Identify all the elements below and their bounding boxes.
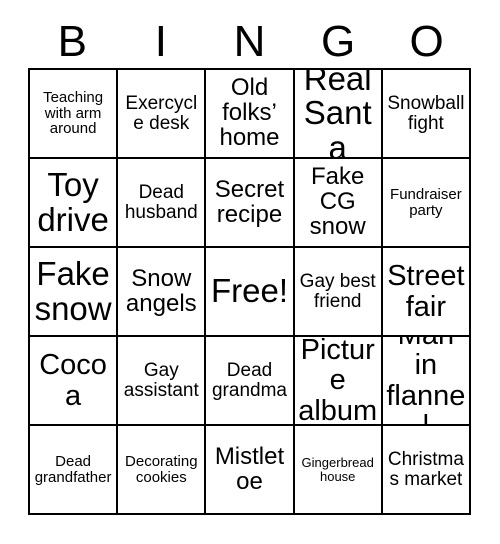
bingo-cell-r3c1[interactable]: Fake snow (30, 248, 119, 337)
bingo-cell-label: Decorating cookies (125, 452, 198, 486)
bingo-cell-label: Cocoa (39, 349, 107, 412)
bingo-cell-r2c1[interactable]: Toy drive (30, 159, 119, 248)
bingo-cell-r4c1[interactable]: Cocoa (30, 337, 119, 426)
bingo-cell-label: Secret recipe (214, 175, 285, 228)
bingo-cell-r3c2[interactable]: Snow angels (118, 248, 207, 337)
bingo-cell-r5c2[interactable]: Decorating cookies (118, 426, 207, 515)
bingo-cell-r2c3[interactable]: Secret recipe (206, 159, 295, 248)
bingo-cell-label: Teaching with arm around (43, 89, 104, 138)
bingo-cell-label: Dead grandfather (34, 452, 112, 486)
bingo-cell-r3c5[interactable]: Street fair (382, 248, 471, 337)
bingo-cell-label: Gingerbread house (301, 454, 374, 484)
bingo-cell-label: Christmas market (387, 448, 464, 490)
bingo-cell-r4c3[interactable]: Dead grandma (206, 337, 295, 426)
bingo-cell-label: Gay assistant (123, 359, 199, 401)
bingo-cell-r1c5[interactable]: Snowball fight (382, 70, 471, 159)
bingo-grid: Teaching with arm around Exercycle desk Ol… (28, 68, 471, 515)
bingo-free-space[interactable]: Free! (206, 248, 295, 337)
bingo-cell-r2c2[interactable]: Dead husband (118, 159, 207, 248)
bingo-cell-label: Real Santa (303, 70, 372, 159)
bingo-cell-label: Fake CG snow (309, 163, 366, 240)
bingo-cell-r5c4[interactable]: Gingerbread house (294, 426, 383, 515)
bingo-cell-r3c4[interactable]: Gay best friend (294, 248, 383, 337)
bingo-cell-r1c4[interactable]: Real Santa (294, 70, 383, 159)
bingo-header-letter-b: B (57, 17, 87, 66)
bingo-cell-label: Dead grandma (211, 359, 287, 401)
bingo-header-letter-n: N (233, 17, 266, 66)
bingo-cell-r2c4[interactable]: Fake CG snow (294, 159, 383, 248)
bingo-cell-label: Dead husband (124, 181, 198, 223)
bingo-cell-r1c1[interactable]: Teaching with arm around (30, 70, 119, 159)
bingo-card: B I N G O Teaching with arm around Exercycle … (0, 0, 500, 544)
bingo-cell-label: Street fair (387, 260, 465, 323)
bingo-cell-label: Fundraiser party (390, 185, 462, 219)
bingo-cell-r5c3[interactable]: Mistletoe (206, 426, 295, 515)
bingo-header-letter-o: O (409, 17, 444, 66)
bingo-cell-label: Man in flannel (386, 337, 466, 426)
bingo-cell-label: Gay best friend (299, 270, 376, 312)
bingo-header-letter-i: I (154, 17, 167, 66)
bingo-cell-r4c4[interactable]: Picture album (294, 337, 383, 426)
bingo-header: BINGO (28, 16, 471, 68)
bingo-cell-r1c2[interactable]: Exercycle desk (118, 70, 207, 159)
bingo-header-letter-g: G (320, 17, 356, 66)
bingo-cell-label: Toy drive (37, 166, 109, 238)
bingo-cell-r5c5[interactable]: Christmas market (382, 426, 471, 515)
bingo-cell-r4c2[interactable]: Gay assistant (118, 337, 207, 426)
bingo-cell-r2c5[interactable]: Fundraiser party (382, 159, 471, 248)
bingo-cell-label: Free! (210, 272, 288, 310)
bingo-cell-r5c1[interactable]: Dead grandfather (30, 426, 119, 515)
bingo-cell-label: Snowball fight (387, 92, 465, 134)
bingo-cell-label: Picture album (298, 337, 378, 426)
bingo-cell-label: Exercycle desk (125, 92, 198, 134)
bingo-cell-label: Old folks’ home (219, 74, 280, 151)
bingo-cell-label: Mistletoe (214, 442, 285, 495)
bingo-cell-label: Snow angels (125, 264, 197, 317)
bingo-cell-label: Fake snow (34, 255, 112, 327)
bingo-cell-r4c5[interactable]: Man in flannel (382, 337, 471, 426)
bingo-cell-r1c3[interactable]: Old folks’ home (206, 70, 295, 159)
